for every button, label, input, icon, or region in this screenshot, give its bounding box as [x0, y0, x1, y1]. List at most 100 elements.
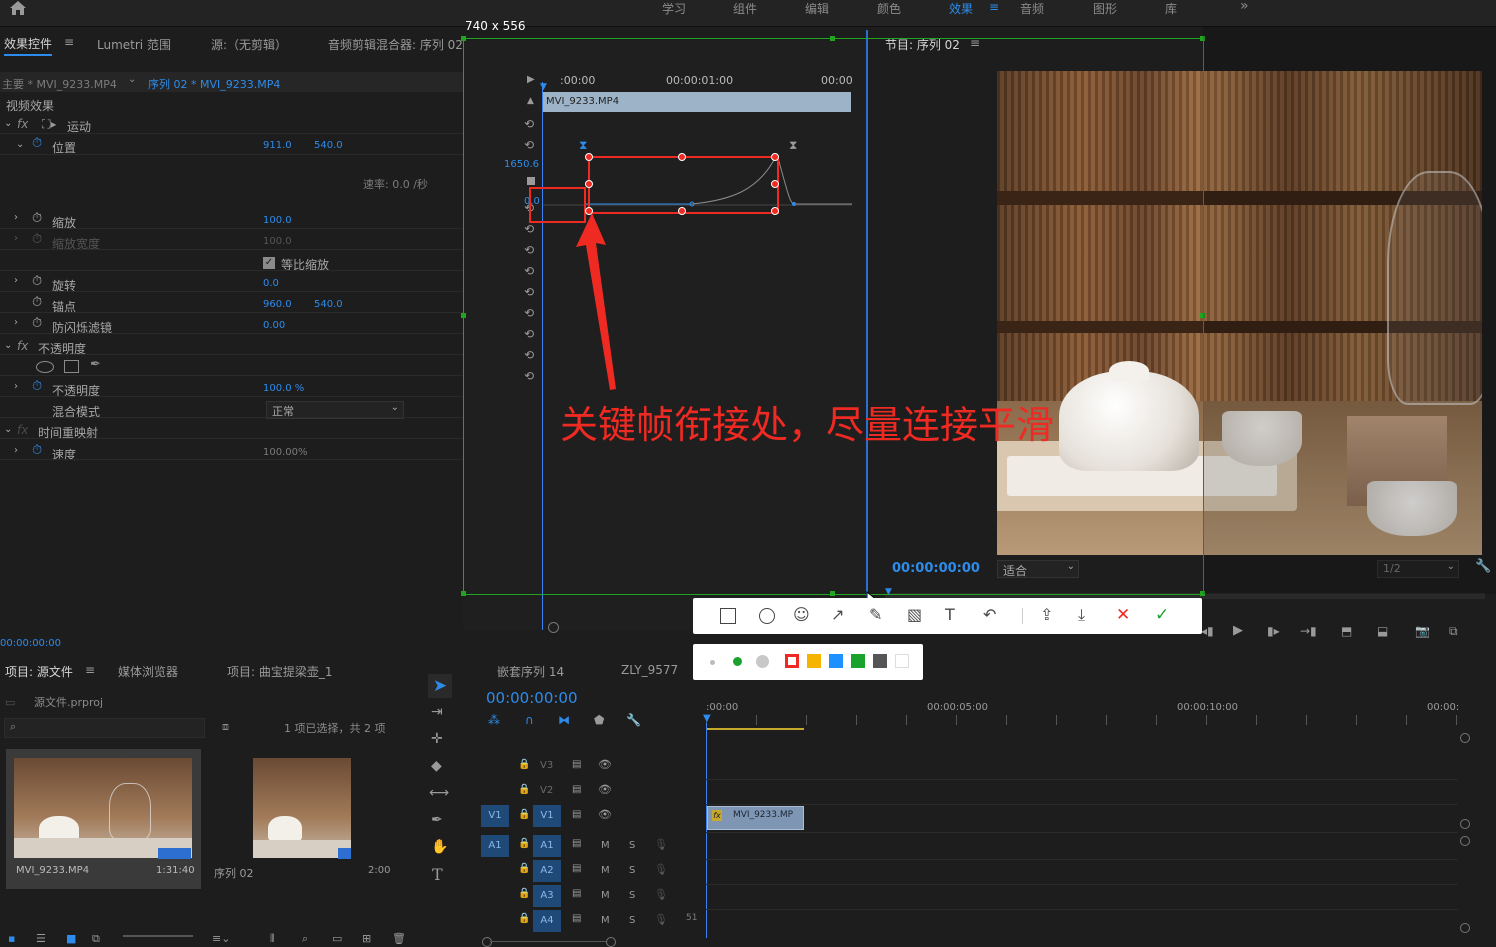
icon-view-icon[interactable]: ■	[66, 932, 76, 945]
lock-icon[interactable]: 🔒	[518, 838, 530, 849]
sync-lock-icon[interactable]: ▤	[572, 784, 581, 795]
stopwatch-icon[interactable]: ⏱	[32, 295, 42, 310]
track-label-v2[interactable]: V2	[540, 785, 553, 796]
project-item[interactable]: MVI_9233.MP4 1:31:40	[6, 749, 201, 889]
lock-icon[interactable]: 🔒	[518, 863, 530, 874]
mute-button[interactable]: M	[601, 890, 610, 901]
mute-button[interactable]: M	[601, 915, 610, 926]
solo-button[interactable]: S	[629, 865, 635, 876]
tab-source[interactable]: 源:（无剪辑）	[211, 36, 287, 53]
sync-lock-icon[interactable]: ▤	[572, 809, 581, 820]
annotation-handle[interactable]	[585, 180, 593, 188]
new-bin-icon[interactable]: ▭	[332, 932, 342, 945]
expand-arrow-icon[interactable]: ›	[14, 445, 18, 456]
solo-button[interactable]: S	[629, 890, 635, 901]
zoom-handle[interactable]	[606, 937, 616, 947]
workspace-tab-color[interactable]: 颜色	[877, 0, 901, 16]
mute-button[interactable]: M	[601, 865, 610, 876]
workspace-tab-libraries[interactable]: 库	[1165, 0, 1177, 16]
selection-tool-icon[interactable]: ➤	[428, 674, 452, 698]
expand-arrow-icon[interactable]: ›	[14, 275, 18, 286]
eye-icon[interactable]: 👁	[598, 783, 612, 796]
linked-selection-icon[interactable]: ⧓	[558, 713, 570, 727]
project-item[interactable]: 序列 02 2:00	[208, 749, 398, 889]
annotation-handle[interactable]	[585, 153, 593, 161]
workspace-tab-effects[interactable]: 效果	[949, 0, 973, 16]
share-icon[interactable]: ⇪	[1040, 605, 1060, 625]
source-patch-a1[interactable]: A1	[481, 835, 509, 857]
type-tool-icon[interactable]: T	[432, 865, 443, 884]
timeline-clip[interactable]: fx MVI_9233.MP	[707, 806, 804, 830]
time-ruler[interactable]	[706, 715, 1458, 725]
tab-nested-sequence[interactable]: 嵌套序列 14	[497, 663, 564, 680]
pen-mask-icon[interactable]: ✒	[90, 357, 101, 372]
nest-icon[interactable]: ⁂	[488, 713, 500, 727]
solo-button[interactable]: S	[629, 840, 635, 851]
annotation-handle[interactable]	[678, 153, 686, 161]
stopwatch-icon[interactable]: ⏱	[32, 443, 42, 458]
trash-icon[interactable]: 🗑	[392, 932, 406, 945]
wrench-icon[interactable]: 🔧	[626, 713, 641, 727]
new-bin-icon[interactable]: ⧈	[222, 720, 229, 734]
mosaic-tool-icon[interactable]: ▧	[907, 605, 927, 625]
tab-project-2[interactable]: 项目: 曲宝提梁壶_1	[227, 663, 333, 680]
fx-icon[interactable]: fx	[17, 339, 28, 353]
emoji-tool-icon[interactable]: ☺	[793, 605, 813, 625]
tab-effect-controls[interactable]: 效果控件	[4, 35, 53, 56]
tab-lumetri-scopes[interactable]: Lumetri 范围	[97, 36, 171, 53]
anchor-x-value[interactable]: 960.0	[263, 299, 292, 310]
speed-value[interactable]: 100.00%	[263, 447, 308, 458]
capture-handle[interactable]	[461, 313, 466, 318]
new-item-icon[interactable]: ⊞	[362, 932, 371, 945]
tab-audio-clip-mixer[interactable]: 音频剪辑混合器: 序列 02	[328, 36, 463, 53]
scroll-handle[interactable]	[1460, 836, 1470, 846]
slip-tool-icon[interactable]: ⟷	[429, 785, 449, 801]
text-tool-icon[interactable]: T	[945, 605, 965, 625]
annotation-text[interactable]: 关键帧衔接处，尽量连接平滑	[560, 394, 1054, 449]
track-label-a2[interactable]: A2	[533, 860, 561, 882]
color-swatch[interactable]	[851, 654, 865, 668]
size-medium-dot[interactable]	[733, 657, 742, 666]
track-select-tool-icon[interactable]: ⇥	[431, 704, 443, 720]
color-swatch[interactable]	[873, 654, 887, 668]
more-workspaces-icon[interactable]: »	[1240, 0, 1249, 14]
hand-tool-icon[interactable]: ✋	[431, 839, 448, 855]
source-patch-v1[interactable]: V1	[481, 805, 509, 827]
collapse-arrow-icon[interactable]: ⌄	[4, 118, 12, 129]
tab-project-source[interactable]: 项目: 源文件	[5, 663, 73, 680]
opacity-value[interactable]: 100.0 %	[263, 383, 304, 394]
track-label-v1[interactable]: V1	[533, 805, 561, 827]
capture-handle[interactable]	[830, 591, 835, 596]
timeline-playhead[interactable]	[706, 723, 707, 938]
solo-button[interactable]: S	[629, 915, 635, 926]
scroll-handle[interactable]	[1460, 733, 1470, 743]
mute-button[interactable]: M	[601, 840, 610, 851]
color-swatch[interactable]	[785, 654, 799, 668]
extract-icon[interactable]: ⬓	[1377, 624, 1388, 638]
stopwatch-icon[interactable]: ⏱	[32, 379, 42, 394]
expand-arrow-icon[interactable]: ›	[14, 212, 18, 223]
lock-icon[interactable]: 🔒	[518, 784, 530, 795]
sync-lock-icon[interactable]: ▤	[572, 913, 581, 924]
sort-icon[interactable]: ≡⌄	[212, 932, 230, 945]
position-y-value[interactable]: 540.0	[314, 140, 343, 151]
ec-timecode[interactable]: 00:00:00:00	[0, 638, 61, 649]
ellipse-tool-icon[interactable]	[759, 608, 775, 624]
marker-icon[interactable]: ⬟	[594, 713, 604, 727]
sync-lock-icon[interactable]: ▤	[572, 759, 581, 770]
compare-icon[interactable]: ⧉	[1449, 624, 1458, 639]
razor-tool-icon[interactable]: ◆	[431, 758, 442, 774]
collapse-arrow-icon[interactable]: ⌄	[4, 424, 12, 435]
master-clip-path[interactable]: 主要 * MVI_9233.MP4	[2, 76, 117, 92]
download-icon[interactable]: ⤓	[1078, 605, 1098, 625]
timeline-timecode[interactable]: 00:00:00:00	[486, 689, 578, 707]
collapse-arrow-icon[interactable]: ⌄	[4, 340, 12, 351]
annotation-handle[interactable]	[771, 207, 779, 215]
fx-icon[interactable]: fx	[17, 117, 28, 131]
uniform-scale-checkbox[interactable]: ✓	[263, 257, 275, 269]
zoom-handle[interactable]	[482, 937, 492, 947]
annotation-arrow[interactable]	[570, 205, 630, 395]
collapse-arrow-icon[interactable]: ⌄	[16, 139, 24, 150]
project-search-input[interactable]: ⌕	[4, 718, 205, 738]
capture-handle[interactable]	[830, 36, 835, 41]
